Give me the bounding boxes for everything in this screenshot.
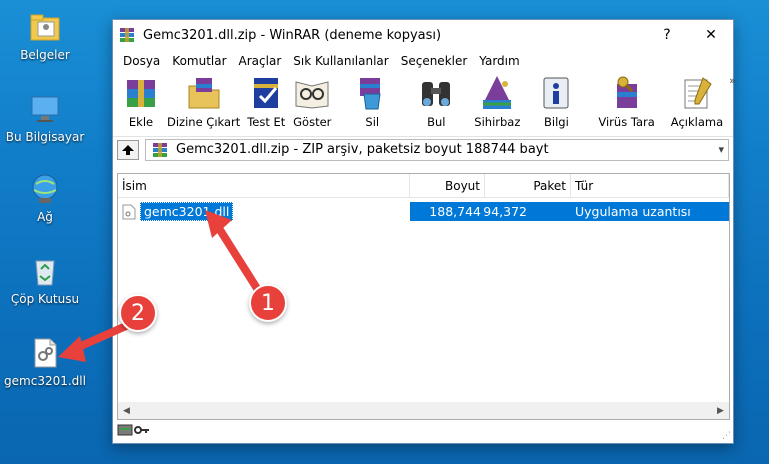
annotation-badge-1: 1 [249, 284, 287, 322]
title-bar: Gemc3201.dll.zip - WinRAR (deneme kopyas… [113, 20, 733, 50]
desktop-icon-recycle-bin[interactable]: Çöp Kutusu [0, 254, 90, 306]
virus-scan-icon [607, 74, 647, 112]
desktop-icon-this-pc[interactable]: Bu Bilgisayar [0, 92, 90, 144]
status-bar: ⋰ [113, 419, 733, 443]
view-label: Göster [293, 115, 332, 129]
delete-label: Sil [365, 115, 380, 129]
network-icon [28, 172, 62, 206]
help-button[interactable]: ? [645, 20, 689, 50]
recycle-bin-icon [28, 254, 62, 288]
find-icon [416, 74, 456, 112]
wizard-button[interactable]: Sihirbaz [474, 74, 520, 129]
dll-file-icon [28, 336, 62, 370]
desktop-icon-label: Belgeler [20, 48, 70, 62]
column-type[interactable]: Tür [571, 174, 729, 197]
scroll-left-icon[interactable]: ◀ [118, 406, 135, 416]
delete-icon [352, 74, 392, 112]
test-label: Test Et [247, 115, 286, 129]
menu-favorites[interactable]: Sık Kullanılanlar [287, 54, 394, 68]
computer-icon [28, 92, 62, 126]
up-folder-button[interactable] [117, 139, 139, 160]
info-label: Bilgi [543, 115, 569, 129]
table-row[interactable]: gemc3201.dll 188,744 94,372 Uygulama uza… [118, 202, 729, 221]
column-name[interactable]: İsim [118, 174, 410, 197]
file-list: İsim Boyut Paket Tür gemc3201.dll 188,74… [117, 173, 730, 420]
desktop-icon-dll-file[interactable]: gemc3201.dll [0, 336, 90, 388]
archive-icon [152, 142, 168, 158]
column-size[interactable]: Boyut [410, 174, 485, 197]
info-icon [536, 74, 576, 112]
comment-label: Açıklama [670, 115, 724, 129]
test-icon [246, 74, 286, 112]
desktop-icon-network[interactable]: Ağ [0, 172, 90, 224]
wizard-label: Sihirbaz [474, 115, 521, 129]
winrar-window: Gemc3201.dll.zip - WinRAR (deneme kopyas… [112, 19, 736, 444]
toolbar-more-button[interactable]: » [729, 74, 736, 87]
archive-path-text: Gemc3201.dll.zip - ZIP arşiv, paketsiz b… [176, 142, 549, 157]
chevron-down-icon: ▾ [718, 143, 724, 156]
scroll-track[interactable] [135, 402, 712, 419]
desktop-icon-label: Çöp Kutusu [10, 292, 80, 306]
winrar-app-icon [119, 27, 135, 43]
virus-scan-label: Virüs Tara [598, 115, 655, 129]
test-button[interactable]: Test Et [246, 74, 286, 129]
extract-to-button[interactable]: Dizine Çıkart [167, 74, 240, 129]
menu-file[interactable]: Dosya [117, 54, 166, 68]
menu-tools[interactable]: Araçlar [233, 54, 288, 68]
window-title: Gemc3201.dll.zip - WinRAR (deneme kopyas… [143, 27, 442, 43]
menu-help[interactable]: Yardım [473, 54, 525, 68]
extract-to-label: Dizine Çıkart [167, 115, 241, 129]
extract-icon [184, 74, 224, 112]
wizard-icon [477, 74, 517, 112]
view-icon [292, 74, 332, 112]
desktop-icon-label: gemc3201.dll [4, 374, 86, 388]
scroll-right-icon[interactable]: ▶ [712, 406, 729, 416]
desktop-icon-documents[interactable]: Belgeler [0, 10, 90, 62]
delete-button[interactable]: Sil [352, 74, 392, 129]
row-type: Uygulama uzantısı [571, 202, 729, 221]
close-button[interactable]: ✕ [689, 20, 733, 50]
annotation-badge-2: 2 [119, 294, 157, 332]
column-packed[interactable]: Paket [485, 174, 571, 197]
menu-options[interactable]: Seçenekler [395, 54, 474, 68]
find-label: Bul [427, 115, 446, 129]
view-button[interactable]: Göster [292, 74, 332, 129]
comment-button[interactable]: Açıklama [671, 74, 723, 129]
horizontal-scrollbar[interactable]: ◀ ▶ [118, 402, 729, 419]
resize-grip-icon[interactable]: ⋰ [722, 431, 731, 441]
add-icon [121, 74, 161, 112]
menu-commands[interactable]: Komutlar [166, 54, 232, 68]
drive-key-icon [117, 423, 151, 440]
path-bar: Gemc3201.dll.zip - ZIP arşiv, paketsiz b… [113, 136, 733, 162]
folder-icon [28, 10, 62, 44]
up-arrow-icon [122, 144, 134, 155]
virus-scan-button[interactable]: Virüs Tara [598, 74, 655, 129]
desktop-icon-label: Bu Bilgisayar [5, 130, 85, 144]
archive-path-dropdown[interactable]: Gemc3201.dll.zip - ZIP arşiv, paketsiz b… [145, 138, 729, 161]
find-button[interactable]: Bul [416, 74, 456, 129]
comment-icon [677, 74, 717, 112]
list-header: İsim Boyut Paket Tür [118, 174, 729, 198]
add-label: Ekle [128, 115, 154, 129]
info-button[interactable]: Bilgi [536, 74, 576, 129]
row-packed: 94,372 [483, 202, 571, 221]
row-name-cell: gemc3201.dll [118, 202, 410, 221]
row-size: 188,744 [410, 202, 485, 221]
add-button[interactable]: Ekle [121, 74, 161, 129]
desktop-icon-label: Ağ [37, 210, 53, 224]
dll-file-icon [122, 204, 136, 220]
toolbar: Ekle Dizine Çıkart Test Et Göster Sil Bu… [113, 72, 736, 136]
menu-bar: Dosya Komutlar Araçlar Sık Kullanılanlar… [113, 50, 733, 72]
row-file-name: gemc3201.dll [140, 202, 234, 221]
